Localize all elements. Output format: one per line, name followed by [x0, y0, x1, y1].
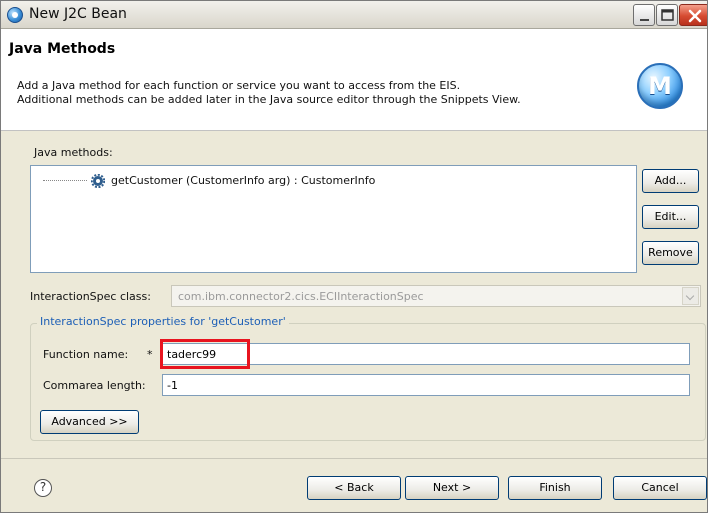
eclipse-logo-icon — [7, 7, 23, 23]
commarea-length-input[interactable] — [162, 374, 690, 396]
minimize-icon — [640, 19, 649, 21]
chevron-down-icon[interactable] — [682, 287, 699, 305]
description-line-1: Add a Java method for each function or s… — [17, 79, 461, 92]
finish-button[interactable]: Finish — [508, 476, 602, 500]
java-methods-label: Java methods: — [34, 146, 113, 159]
close-icon — [688, 9, 702, 23]
interactionspec-class-label: InteractionSpec class: — [30, 290, 151, 303]
next-button[interactable]: Next > — [405, 476, 499, 500]
interactionspec-class-select[interactable]: com.ibm.connector2.cics.ECIInteractionSp… — [171, 285, 701, 307]
java-methods-list[interactable]: getCustomer (CustomerInfo arg) : Custome… — [30, 165, 637, 273]
add-button[interactable]: Add... — [642, 169, 699, 193]
description-line-2: Additional methods can be added later in… — [17, 93, 521, 106]
help-icon[interactable]: ? — [34, 479, 52, 497]
wizard-logo-letter: M — [648, 72, 672, 100]
minimize-button[interactable] — [633, 4, 655, 26]
close-button[interactable] — [679, 4, 707, 26]
edit-button[interactable]: Edit... — [642, 205, 699, 229]
interactionspec-class-value: com.ibm.connector2.cics.ECIInteractionSp… — [178, 290, 424, 303]
method-label: getCustomer (CustomerInfo arg) : Custome… — [111, 174, 376, 187]
list-item[interactable]: getCustomer (CustomerInfo arg) : Custome… — [31, 166, 636, 192]
back-button[interactable]: < Back — [307, 476, 401, 500]
commarea-length-label: Commarea length: — [43, 379, 146, 392]
page-description: Add a Java method for each function or s… — [17, 79, 521, 107]
window-title: New J2C Bean — [29, 6, 127, 22]
maximize-button[interactable] — [656, 4, 678, 26]
advanced-button[interactable]: Advanced >> — [40, 410, 139, 434]
cancel-button[interactable]: Cancel — [613, 476, 707, 500]
page-title: Java Methods — [9, 41, 116, 57]
maximize-icon — [661, 9, 674, 21]
wizard-logo-icon: M — [637, 63, 683, 109]
wizard-header: Java Methods Add a Java method for each … — [1, 29, 707, 131]
tree-connector — [43, 180, 87, 181]
function-name-label: Function name: — [43, 348, 129, 361]
highlight-box — [160, 339, 250, 369]
group-legend: InteractionSpec properties for 'getCusto… — [37, 315, 289, 328]
method-gear-icon — [91, 174, 105, 188]
remove-button[interactable]: Remove — [642, 241, 699, 265]
footer-separator — [1, 458, 707, 459]
title-bar[interactable]: New J2C Bean — [1, 1, 707, 29]
required-marker: * — [147, 348, 153, 361]
new-j2c-bean-dialog: New J2C Bean Java Methods Add a Java met… — [0, 0, 708, 513]
